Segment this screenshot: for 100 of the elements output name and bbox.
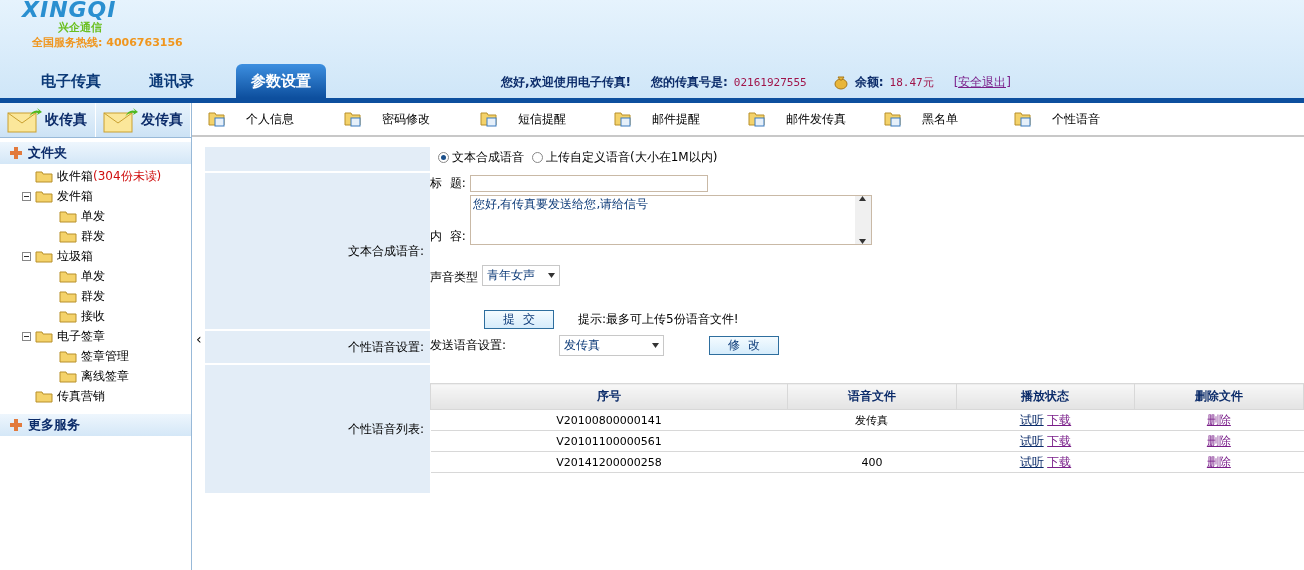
voice-type-select[interactable]: 青年女声 xyxy=(482,265,560,286)
envelope-arrow-icon xyxy=(7,107,44,133)
plus-icon xyxy=(10,147,22,159)
sidebar-section-header[interactable]: 文件夹 xyxy=(0,142,191,164)
field-label: 个性语音设置: xyxy=(347,338,424,356)
toolbar-item[interactable]: 个人信息 xyxy=(246,110,294,128)
logo-name: 兴企通信 xyxy=(58,21,102,35)
folder-label[interactable]: 单发 xyxy=(81,207,105,225)
field-label: 文本合成语音: xyxy=(347,242,424,260)
content-textarea[interactable]: 您好,有传真要发送给您,请给信号 xyxy=(469,195,872,245)
folder-label[interactable]: 接收 xyxy=(81,307,105,325)
envelope-arrow-icon xyxy=(102,107,139,133)
folder-label[interactable]: 垃圾箱 xyxy=(57,247,93,265)
radio-label: 文本合成语音 xyxy=(452,148,524,166)
folder-icon xyxy=(59,229,77,243)
field-label: 发送语音设置: xyxy=(430,337,508,354)
column-header: 播放状态 xyxy=(956,383,1135,410)
column-header: 序号 xyxy=(430,383,788,410)
dropdown-icon[interactable] xyxy=(652,343,659,348)
folder-label[interactable]: 群发 xyxy=(81,227,105,245)
table-cell: 发传真 xyxy=(855,413,889,427)
send-setting-select[interactable]: 发传真 xyxy=(559,335,664,356)
folder-icon xyxy=(59,349,77,363)
folder-icon xyxy=(35,389,53,403)
radio-label: 上传自定义语音(大小在1M以内) xyxy=(546,148,718,166)
quick-fax-button[interactable]: 收传真 xyxy=(0,103,96,137)
field-label: 声音类型 xyxy=(430,269,478,286)
fax-number-label: 您的传真号是: xyxy=(651,73,728,91)
toolbar-item[interactable]: 密码修改 xyxy=(382,110,430,128)
toolbar-item[interactable]: 个性语音 xyxy=(1052,110,1100,128)
toolbar-item[interactable]: 邮件提醒 xyxy=(652,110,700,128)
folder-icon xyxy=(35,329,53,343)
folder-label[interactable]: 传真营销 xyxy=(57,387,105,405)
listen-link[interactable]: 试听 xyxy=(1019,412,1044,427)
folder-document-icon xyxy=(614,111,632,127)
table-cell: 400 xyxy=(861,455,883,469)
folder-label[interactable]: 发件箱 xyxy=(57,187,93,205)
listen-link[interactable]: 试听 xyxy=(1019,454,1044,469)
folder-label[interactable]: 签章管理 xyxy=(81,347,129,365)
folder-document-icon xyxy=(208,111,226,127)
dropdown-icon[interactable] xyxy=(548,273,555,278)
quick-fax-button[interactable]: 发传真 xyxy=(95,103,191,137)
column-header: 删除文件 xyxy=(1134,383,1304,410)
folder-document-icon xyxy=(480,111,498,127)
table-cell: V20141200000258 xyxy=(430,451,788,473)
toolbar-item[interactable]: 黑名单 xyxy=(922,110,958,128)
scroll-down-icon[interactable] xyxy=(859,239,867,244)
folder-icon xyxy=(35,189,53,203)
collapse-box-icon[interactable] xyxy=(22,331,31,341)
folder-label[interactable]: 单发 xyxy=(81,267,105,285)
title-input[interactable] xyxy=(469,174,708,192)
sidebar-section-header[interactable]: 更多服务 xyxy=(0,414,191,436)
field-label: 内 容: xyxy=(430,228,466,245)
toolbar-item[interactable]: 邮件发传真 xyxy=(786,110,846,128)
radio-button[interactable] xyxy=(438,151,449,163)
hint-text: 提示:最多可上传5份语音文件! xyxy=(578,310,739,328)
greeting-text: 您好,欢迎使用电子传真! xyxy=(501,73,632,91)
folder-label[interactable]: 电子签章 xyxy=(57,327,105,345)
column-header: 语音文件 xyxy=(787,383,957,410)
folder-label[interactable]: 收件箱 xyxy=(57,167,93,185)
download-link[interactable]: 下载 xyxy=(1047,412,1072,427)
table-cell: V20101100000561 xyxy=(430,430,788,452)
plus-icon xyxy=(10,419,22,431)
delete-link[interactable]: 删除 xyxy=(1206,433,1231,448)
folder-icon xyxy=(59,269,77,283)
modify-button[interactable]: 修 改 xyxy=(709,336,779,355)
listen-link[interactable]: 试听 xyxy=(1019,433,1044,448)
toolbar-item[interactable]: 短信提醒 xyxy=(518,110,566,128)
hotline-text: 全国服务热线: 4006763156 xyxy=(32,35,183,50)
table-cell: V20100800000141 xyxy=(430,409,788,431)
folder-label[interactable]: 群发 xyxy=(81,287,105,305)
logo-wordmark: XINGQI xyxy=(22,0,117,20)
folder-icon xyxy=(59,209,77,223)
balance-label: 余额: xyxy=(854,73,884,91)
download-link[interactable]: 下载 xyxy=(1047,454,1072,469)
collapse-box-icon[interactable] xyxy=(22,191,31,201)
collapse-handle[interactable]: ‹ xyxy=(196,331,202,347)
balance-value: 18.47元 xyxy=(889,74,934,90)
submit-button[interactable]: 提 交 xyxy=(484,309,554,329)
field-label: 标 题: xyxy=(430,174,466,192)
nav-tab[interactable]: 电子传真 xyxy=(16,64,126,98)
scroll-up-icon[interactable] xyxy=(859,196,867,201)
unread-count: (304份未读) xyxy=(93,167,162,185)
delete-link[interactable]: 删除 xyxy=(1206,454,1231,469)
folder-icon xyxy=(35,249,53,263)
fax-number: 02161927555 xyxy=(733,75,807,89)
folder-icon xyxy=(35,169,53,183)
folder-document-icon xyxy=(1014,111,1032,127)
delete-link[interactable]: 删除 xyxy=(1206,412,1231,427)
folder-icon xyxy=(59,309,77,323)
radio-button[interactable] xyxy=(532,151,543,163)
nav-tab[interactable]: 通讯录 xyxy=(126,64,216,98)
folder-document-icon xyxy=(884,111,902,127)
download-link[interactable]: 下载 xyxy=(1047,433,1072,448)
folder-label[interactable]: 离线签章 xyxy=(81,367,129,385)
nav-tab[interactable]: 参数设置 xyxy=(236,64,326,98)
logout-link[interactable]: [安全退出] xyxy=(953,73,1011,91)
folder-icon xyxy=(59,289,77,303)
money-bag-icon xyxy=(832,74,849,90)
collapse-box-icon[interactable] xyxy=(22,251,31,261)
